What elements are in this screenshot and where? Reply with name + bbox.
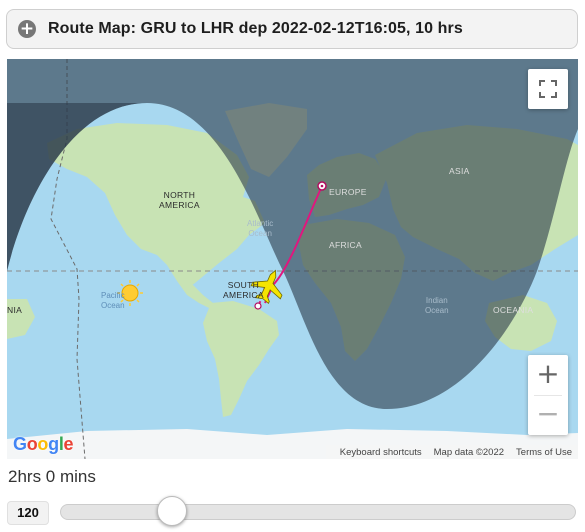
terms-of-use-link[interactable]: Terms of Use [516,447,572,458]
plus-circle-icon[interactable]: + [18,20,36,38]
slider-value-field[interactable]: 120 [7,501,49,525]
map-canvas[interactable] [7,59,578,459]
label-oceania-left: NIA [7,305,23,315]
google-logo[interactable]: Google [13,434,74,455]
label-south-america: SOUTH AMERICA [223,280,264,300]
fullscreen-button[interactable] [528,69,568,109]
route-map[interactable]: NORTH AMERICA SOUTH AMERICA EUROPE AFRICA … [7,59,578,459]
label-indian-ocean: Indian Ocean [425,296,449,315]
label-oceania: OCEANIA [493,305,534,315]
keyboard-shortcuts-link[interactable]: Keyboard shortcuts [340,447,422,458]
route-map-header[interactable]: + Route Map: GRU to LHR dep 2022-02-12T1… [6,9,578,49]
time-slider-handle[interactable] [157,496,188,526]
destination-marker-dot [320,184,324,188]
route-map-title: Route Map: GRU to LHR dep 2022-02-12T16:… [48,20,463,37]
map-data-text: Map data ©2022 [433,446,505,458]
origin-marker[interactable] [254,302,262,310]
label-atlantic-ocean: Atlantic Ocean [247,219,274,238]
label-north-america: NORTH AMERICA [159,190,200,210]
zoom-out-button[interactable]: − [528,395,568,435]
label-pacific-ocean: Pacific Ocean [101,291,125,310]
time-slider-track[interactable] [60,504,576,520]
label-europe: EUROPE [329,187,367,197]
label-africa: AFRICA [329,240,362,250]
zoom-controls: + − [528,355,568,435]
map-attribution: Keyboard shortcuts Map data ©2022 Terms … [325,445,578,459]
fullscreen-icon [539,80,557,98]
label-asia: ASIA [449,166,470,176]
elapsed-duration-label: 2hrs 0 mins [8,467,96,486]
zoom-in-button[interactable]: + [528,355,568,395]
